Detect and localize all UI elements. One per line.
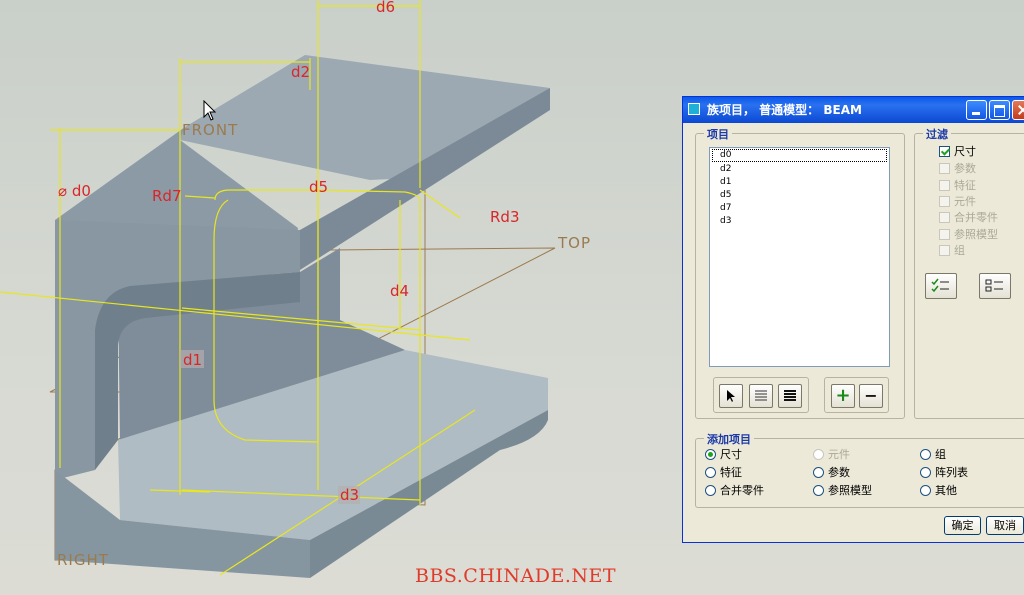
- filter-merged-part-checkbox[interactable]: 合并零件: [939, 210, 998, 226]
- radio-dot: [705, 449, 716, 460]
- checkbox-box: [939, 180, 950, 191]
- close-button[interactable]: [1012, 100, 1024, 120]
- checkbox-box: [939, 146, 950, 157]
- dim-d1[interactable]: d1: [183, 351, 202, 369]
- arrow-pointer-icon: [727, 390, 735, 402]
- filter-reference-model-checkbox[interactable]: 参照模型: [939, 227, 998, 243]
- dim-rd7[interactable]: Rd7: [152, 187, 182, 205]
- add-pattern-table-radio[interactable]: 阵列表: [920, 465, 968, 481]
- minus-icon: −: [864, 386, 878, 405]
- show-table-button[interactable]: [778, 384, 802, 408]
- cancel-button[interactable]: 取消: [986, 516, 1024, 535]
- add-items-group-label: 添加项目: [704, 431, 754, 447]
- dim-d4[interactable]: d4: [390, 282, 409, 300]
- filter-dimension-checkbox[interactable]: 尺寸: [939, 144, 976, 160]
- minimize-button[interactable]: [966, 100, 987, 120]
- checkbox-box: [939, 163, 950, 174]
- filter-group-checkbox[interactable]: 组: [939, 243, 965, 259]
- radio-dot: [813, 485, 824, 496]
- add-item-button[interactable]: +: [831, 384, 855, 408]
- add-dimension-radio[interactable]: 尺寸: [705, 447, 742, 463]
- radio-dot: [813, 467, 824, 478]
- items-group-label: 项目: [704, 126, 732, 142]
- show-list-button[interactable]: [749, 384, 773, 408]
- list-item[interactable]: d7: [710, 202, 889, 215]
- dim-d6[interactable]: d6: [376, 0, 395, 16]
- checkbox-box: [939, 196, 950, 207]
- radio-dot: [705, 485, 716, 496]
- list-lines-icon: [755, 390, 767, 401]
- add-reference-model-radio[interactable]: 参照模型: [813, 483, 872, 499]
- arrow-pointer-button[interactable]: [719, 384, 743, 408]
- list-item[interactable]: d2: [710, 163, 889, 176]
- plane-label-front: FRONT: [182, 121, 238, 139]
- filter-component-checkbox[interactable]: 元件: [939, 194, 976, 210]
- add-parameter-radio[interactable]: 参数: [813, 465, 850, 481]
- add-feature-radio[interactable]: 特征: [705, 465, 742, 481]
- checkbox-box: [939, 245, 950, 256]
- dialog-title: 族项目， 普通模型： BEAM: [707, 103, 862, 117]
- radio-dot: [705, 467, 716, 478]
- radio-dot: [920, 449, 931, 460]
- plane-label-right: RIGHT: [57, 551, 109, 569]
- dim-d5[interactable]: d5: [309, 178, 328, 196]
- add-other-radio[interactable]: 其他: [920, 483, 957, 499]
- dim-d0[interactable]: ⌀ d0: [58, 182, 91, 200]
- add-component-radio[interactable]: 元件: [813, 447, 850, 463]
- c-channel-part[interactable]: [55, 55, 550, 578]
- add-merged-part-radio[interactable]: 合并零件: [705, 483, 764, 499]
- list-item[interactable]: d0: [712, 149, 887, 162]
- radio-dot: [920, 467, 931, 478]
- plane-label-top: TOP: [557, 234, 591, 252]
- checkbox-box: [939, 229, 950, 240]
- list-item[interactable]: d1: [710, 176, 889, 189]
- dialog-titlebar[interactable]: 族项目， 普通模型： BEAM: [683, 97, 1024, 123]
- watermark-text: BBS.CHINADE.NET: [415, 565, 617, 587]
- window-icon: [688, 103, 700, 115]
- remove-item-button[interactable]: −: [859, 384, 883, 408]
- radio-dot: [920, 485, 931, 496]
- dim-rd3[interactable]: Rd3: [490, 208, 520, 226]
- family-items-dialog: 族项目， 普通模型： BEAM 项目 d0 d2 d1 d5 d7 d3 + −…: [682, 96, 1024, 543]
- list-item[interactable]: d5: [710, 189, 889, 202]
- radio-dot: [813, 449, 824, 460]
- filter-group-label: 过滤: [923, 126, 951, 142]
- list-item[interactable]: d3: [710, 215, 889, 228]
- mouse-cursor-icon: [203, 100, 217, 121]
- checkbox-box: [939, 212, 950, 223]
- dim-d2[interactable]: d2: [291, 63, 310, 81]
- add-group-radio[interactable]: 组: [920, 447, 946, 463]
- select-all-icon: [931, 278, 949, 293]
- items-listbox[interactable]: d0 d2 d1 d5 d7 d3: [709, 147, 890, 367]
- select-all-button[interactable]: [925, 273, 957, 299]
- plus-icon: +: [835, 385, 851, 406]
- clear-all-button[interactable]: [979, 273, 1011, 299]
- filter-parameter-checkbox[interactable]: 参数: [939, 161, 976, 177]
- dim-d3[interactable]: d3: [340, 486, 359, 504]
- list-bars-icon: [784, 390, 796, 401]
- ok-button[interactable]: 确定: [944, 516, 981, 535]
- maximize-button[interactable]: [989, 100, 1010, 120]
- clear-all-icon: [985, 279, 1003, 292]
- filter-feature-checkbox[interactable]: 特征: [939, 178, 976, 194]
